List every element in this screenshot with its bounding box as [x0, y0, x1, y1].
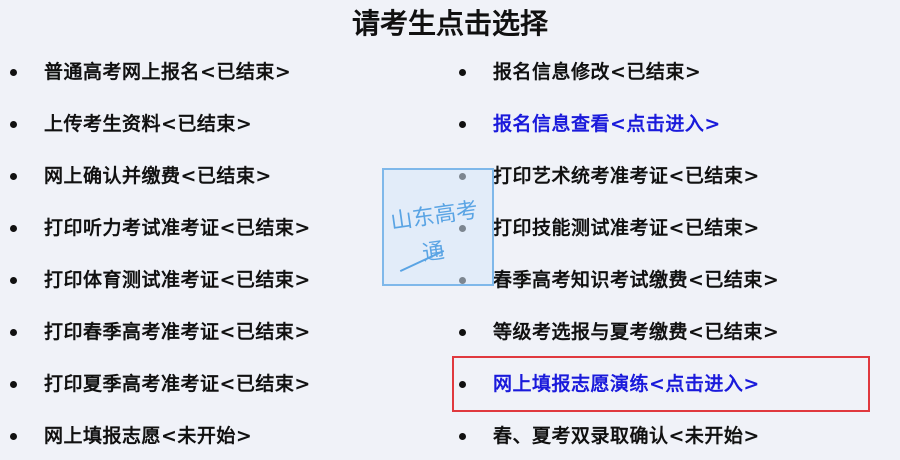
option-label: 打印听力考试准考证<已结束> [44, 217, 311, 239]
watermark-text: 山东高考 [389, 197, 480, 235]
option-label: 普通高考网上报名<已结束> [44, 61, 292, 83]
option-label: 打印体育测试准考证<已结束> [44, 269, 311, 291]
bullet-icon [10, 277, 17, 284]
view-registration-link[interactable]: 报名信息查看<点击进入> [493, 113, 721, 135]
option-label: 打印春季高考准考证<已结束> [44, 321, 311, 343]
option-label: 上传考生资料<已结束> [44, 113, 253, 135]
option-label: 春季高考知识考试缴费<已结束> [493, 269, 780, 291]
bullet-icon [10, 69, 17, 76]
option-label: 打印艺术统考准考证<已结束> [493, 165, 760, 187]
bullet-icon [10, 121, 17, 128]
bullet-icon [10, 225, 17, 232]
bullet-icon [459, 173, 466, 180]
watermark-stroke [399, 249, 445, 273]
option-online-volunteer: 网上填报志愿<未开始> [10, 416, 253, 456]
bullet-icon [10, 381, 17, 388]
option-print-listening-admission: 打印听力考试准考证<已结束> [10, 208, 311, 248]
bullet-icon [459, 225, 466, 232]
option-modify-registration: 报名信息修改<已结束> [459, 52, 702, 92]
highlight-box [452, 356, 870, 412]
bullet-icon [459, 329, 466, 336]
watermark-text: 通 [420, 238, 446, 267]
bullet-icon [10, 173, 17, 180]
option-view-registration[interactable]: 报名信息查看<点击进入> [459, 104, 721, 144]
bullet-icon [459, 433, 466, 440]
bullet-icon [459, 69, 466, 76]
option-print-skill-admission: 打印技能测试准考证<已结束> [459, 208, 760, 248]
page-title: 请考生点击选择 [351, 7, 548, 40]
option-confirm-and-pay: 网上确认并缴费<已结束> [10, 156, 272, 196]
option-print-summer-admission: 打印夏季高考准考证<已结束> [10, 364, 311, 404]
option-label: 报名信息修改<已结束> [493, 61, 702, 83]
option-print-pe-admission: 打印体育测试准考证<已结束> [10, 260, 311, 300]
option-upload-materials: 上传考生资料<已结束> [10, 104, 253, 144]
option-label: 网上填报志愿<未开始> [44, 425, 253, 447]
option-label: 网上确认并缴费<已结束> [44, 165, 272, 187]
bullet-icon [10, 329, 17, 336]
bullet-icon [459, 121, 466, 128]
option-print-spring-admission: 打印春季高考准考证<已结束> [10, 312, 311, 352]
option-online-registration: 普通高考网上报名<已结束> [10, 52, 292, 92]
option-label: 春、夏考双录取确认<未开始> [493, 425, 760, 447]
option-dual-admission-confirm: 春、夏考双录取确认<未开始> [459, 416, 760, 456]
option-label: 打印技能测试准考证<已结束> [493, 217, 760, 239]
bullet-icon [10, 433, 17, 440]
option-level-exam-payment: 等级考选报与夏考缴费<已结束> [459, 312, 780, 352]
bullet-icon [459, 277, 466, 284]
option-label: 等级考选报与夏考缴费<已结束> [493, 321, 780, 343]
option-spring-exam-payment: 春季高考知识考试缴费<已结束> [459, 260, 780, 300]
watermark-logo: 山东高考 通 [382, 168, 494, 286]
option-label: 打印夏季高考准考证<已结束> [44, 373, 311, 395]
option-print-art-admission: 打印艺术统考准考证<已结束> [459, 156, 760, 196]
